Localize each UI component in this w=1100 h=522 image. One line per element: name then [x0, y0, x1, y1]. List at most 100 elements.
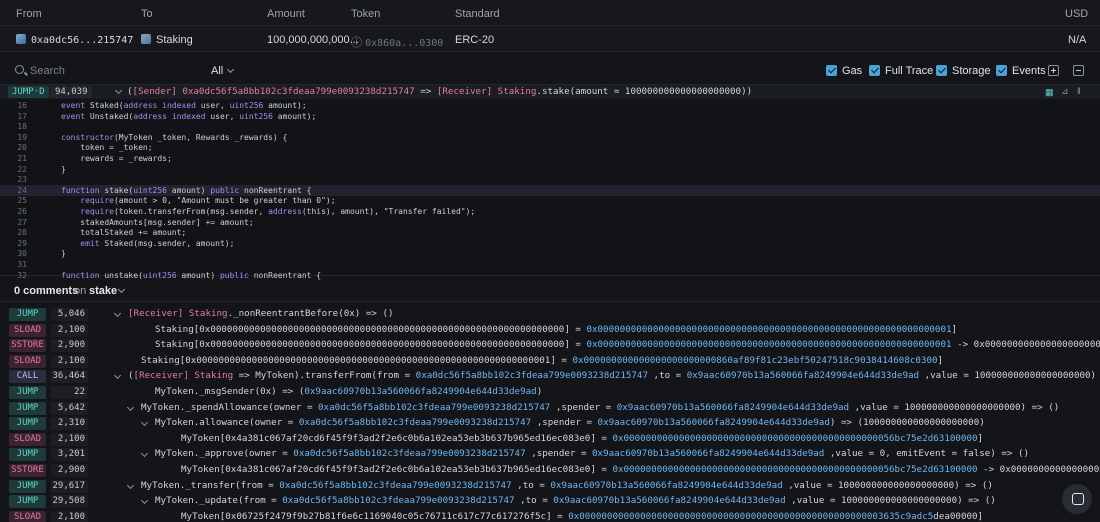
gas-value: 2,100	[51, 510, 88, 522]
trace-row[interactable]: JUMP 5,642 MyToken._spendAllowance(owner =…	[0, 400, 1100, 416]
search-input[interactable]	[30, 63, 180, 79]
trace-text: MyToken._approve(owner = 0xa0dc56f5a8bb1…	[155, 448, 1030, 460]
address-avatar-icon	[16, 34, 26, 44]
chevron-down-icon[interactable]	[126, 403, 135, 411]
collapse-all-button[interactable]	[1073, 65, 1084, 76]
token-transfer-table: From To Amount Token Standard USD 0xa0dc…	[0, 0, 1100, 52]
checkbox-checked-icon	[826, 65, 837, 76]
storage-checkbox[interactable]: Storage	[936, 65, 991, 77]
chevron-down-icon[interactable]	[140, 450, 149, 458]
gas-value: 5,642	[51, 401, 88, 415]
chevron-down-icon[interactable]	[113, 372, 122, 380]
opcode-badge: CALL	[9, 370, 46, 384]
filter-select[interactable]: All	[211, 65, 235, 77]
trace-row[interactable]: JUMP 22 MyToken._msgSender(0x) => (0x9aac6…	[0, 384, 1100, 400]
token-cell[interactable]: ⓘ 0x860a...0300	[351, 34, 443, 50]
line-text: constructor(MyToken _token, Rewards _rew…	[61, 132, 288, 142]
opcode-badge: SLOAD	[9, 432, 46, 446]
opcode-badge: JUMP	[9, 417, 46, 431]
trace-row[interactable]: JUMP 3,201 MyToken._approve(owner = 0xa0dc…	[0, 446, 1100, 462]
checkbox-checked-icon	[869, 65, 880, 76]
line-number: 20	[17, 143, 27, 153]
code-line: 17 event Unstaked(address indexed user, u…	[0, 111, 1100, 122]
col-token: Token	[351, 8, 381, 20]
line-text: token = _token;	[61, 143, 153, 153]
chevron-down-icon[interactable]	[117, 285, 126, 294]
trace-text: Staking[0x000000000000000000000000000000…	[155, 339, 1100, 351]
expand-all-button[interactable]	[1048, 65, 1059, 76]
trace-row[interactable]: JUMP 29,508 MyToken._update(from = 0xa0dc5…	[0, 493, 1100, 509]
call-sender[interactable]: [Sender] 0xa0dc56f5a8bb102c3fdeaa799e009…	[133, 86, 415, 97]
gas-label: Gas	[842, 65, 863, 77]
search-icon	[15, 65, 24, 74]
line-number: 17	[17, 111, 27, 121]
trace-row[interactable]: SLOAD 2,100 MyToken[0x4a381c067af20cd6f45f…	[0, 431, 1100, 447]
gas-value: 3,201	[51, 448, 88, 462]
col-to: To	[141, 8, 153, 20]
comments-bar[interactable]: 0 comments on stake	[0, 280, 1100, 302]
opcode-badge: SLOAD	[9, 323, 46, 337]
events-label: Events	[1012, 65, 1046, 77]
amount-value: 100,000,000,000...	[267, 34, 359, 46]
opcode-badge: JUMP	[9, 495, 46, 509]
line-number: 26	[17, 207, 27, 216]
gas-value: 29,617	[51, 479, 88, 493]
opcode-badge: SLOAD	[9, 510, 46, 522]
trace-row[interactable]: SSTORE 2,900 Staking[0x0000000000000000000…	[0, 337, 1100, 353]
to-address[interactable]: Staking	[156, 34, 193, 46]
chevron-down-icon[interactable]	[113, 309, 122, 318]
gas-chart-icon[interactable]: ⊿	[1061, 86, 1069, 97]
opcode-badge: JUMP	[9, 386, 46, 399]
chevron-down-icon[interactable]	[140, 497, 149, 505]
gas-value: 36,464	[51, 370, 88, 384]
trace-row[interactable]: CALL 36,464 ([Receiver] Staking => MyToken…	[0, 368, 1100, 384]
line-number: 27	[17, 217, 27, 227]
chat-support-button[interactable]	[1062, 484, 1092, 514]
help-circle-icon: ⓘ	[351, 37, 366, 49]
call-function: .stake(amount = 100000000000000000000)	[536, 86, 747, 97]
call-receiver[interactable]: [Receiver] Staking	[437, 86, 537, 97]
trace-row[interactable]: SLOAD 2,100 Staking[0x00000000000000000000…	[0, 322, 1100, 338]
gas-value: 22	[51, 386, 88, 399]
filter-value: All	[211, 65, 224, 77]
trace-text: ([Receiver] Staking => MyToken).transfer…	[128, 370, 1100, 382]
trace-text: MyToken._update(from = 0xa0dc56f5a8bb102…	[155, 495, 996, 507]
trace-text: MyToken[0x4a381c067af20cd6f45f9f3ad2f2e6…	[181, 432, 984, 444]
code-line: 19 constructor(MyToken _token, Rewards _r…	[0, 132, 1100, 143]
to-cell[interactable]: Staking	[141, 34, 193, 46]
chevron-down-icon[interactable]	[126, 481, 135, 489]
trace-row[interactable]: SSTORE 2,900 MyToken[0x4a381c067af20cd6f45…	[0, 462, 1100, 478]
trace-row[interactable]: JUMP 29,617 MyToken._transfer(from = 0xa0d…	[0, 478, 1100, 494]
col-amount: Amount	[267, 8, 305, 20]
line-text: function unstake(uint256 amount) public …	[61, 270, 322, 280]
gas-value: 2,310	[51, 417, 88, 431]
code-line: 28 totalStaked += amount;	[0, 227, 1100, 238]
gas-checkbox[interactable]: Gas	[826, 65, 862, 77]
line-text: require(amount > 0, "Amount must be grea…	[80, 196, 336, 206]
full-trace-checkbox[interactable]: Full Trace	[869, 65, 933, 77]
bars-icon[interactable]: ‖	[1077, 86, 1081, 96]
line-number: 32	[17, 270, 27, 280]
trace-row[interactable]: SLOAD 2,100 MyToken[0x06725f2479f9b27b81f6…	[0, 509, 1100, 522]
code-line: 26 require(token.transferFrom(msg.sender…	[0, 206, 1100, 217]
from-cell[interactable]: 0xa0dc56...215747	[16, 34, 133, 46]
chevron-down-icon[interactable]	[140, 419, 149, 427]
chevron-down-icon[interactable]	[114, 86, 123, 95]
trace-row[interactable]: JUMP 5,046 [Receiver] Staking._nonReentran…	[0, 306, 1100, 322]
from-address[interactable]: 0xa0dc56...215747	[31, 35, 133, 46]
gas-value: 2,900	[51, 464, 88, 477]
comments-count: 0 comments	[14, 285, 79, 297]
trace-row[interactable]: SLOAD 2,100 Staking[0x00000000000000000000…	[0, 353, 1100, 369]
comments-target: stake	[89, 285, 118, 297]
selected-call-header[interactable]: JUMP·D 94,039 ([Sender] 0xa0dc56f5a8bb10…	[0, 85, 1100, 99]
trace-row[interactable]: JUMP 2,310 MyToken.allowance(owner = 0xa0d…	[0, 415, 1100, 431]
token-address[interactable]: 0x860a...0300	[365, 38, 443, 49]
code-line: 27 stakedAmounts[msg.sender] += amount;	[0, 217, 1100, 228]
line-text: emit Staked(msg.sender, amount);	[80, 238, 235, 248]
events-checkbox[interactable]: Events	[996, 65, 1046, 77]
line-text: require(token.transferFrom(msg.sender, a…	[80, 207, 476, 216]
line-number: 23	[17, 175, 27, 185]
line-text: totalStaked += amount;	[61, 228, 187, 238]
contract-avatar-icon	[141, 34, 151, 44]
copy-icon[interactable]: ▦	[1045, 87, 1054, 98]
